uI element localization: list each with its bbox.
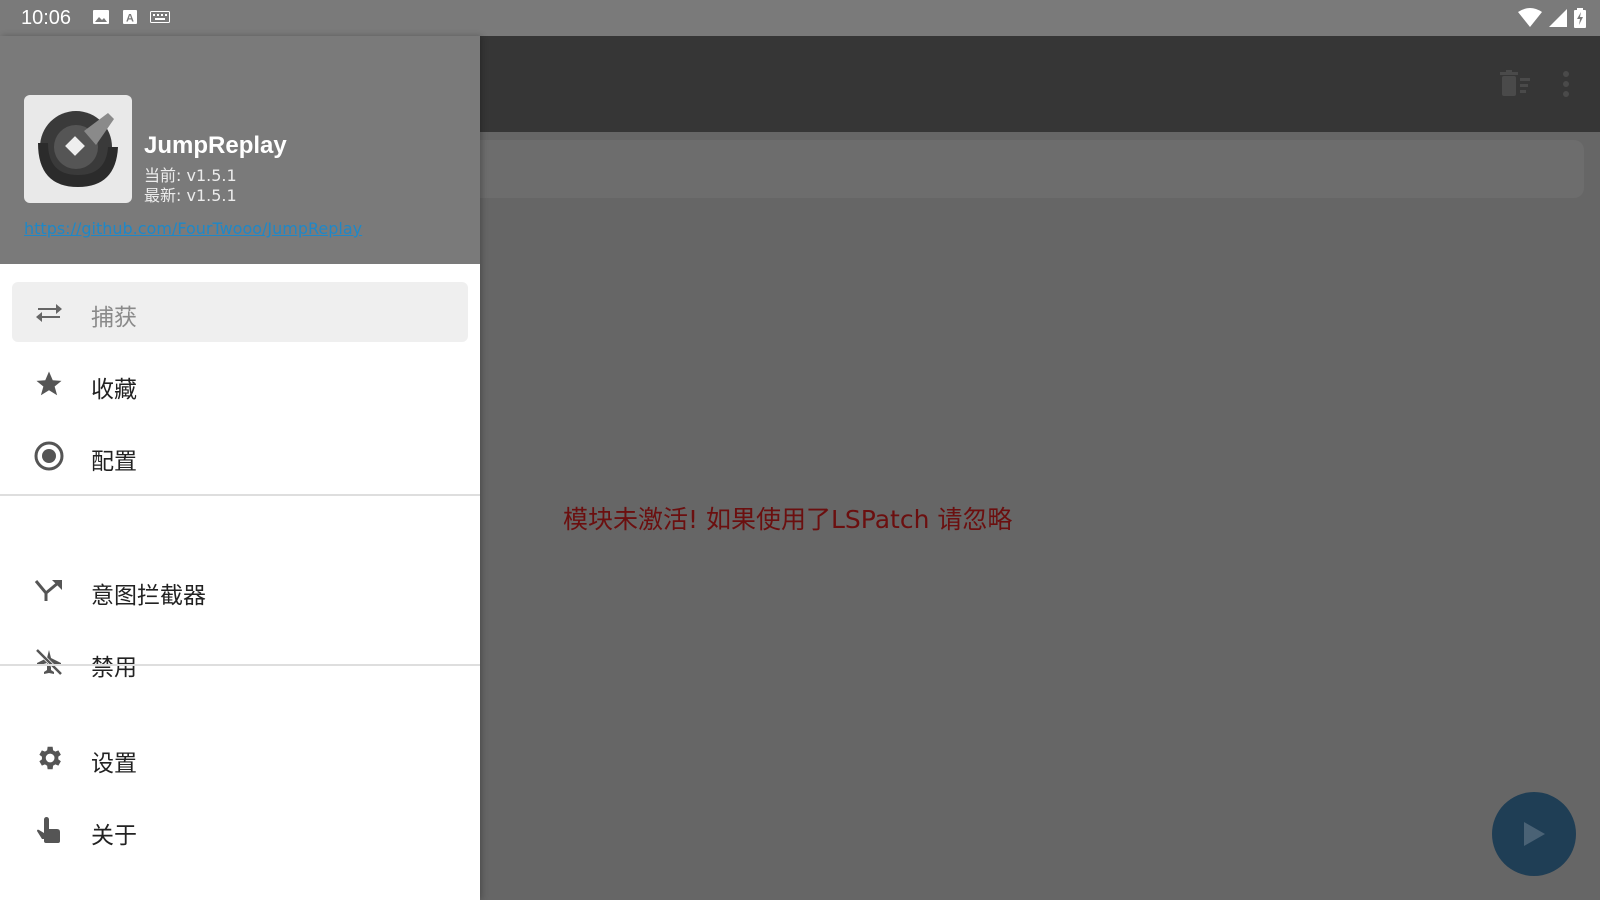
gear-icon (34, 743, 64, 773)
drawer-header: JumpReplay 当前: v1.5.1 最新: v1.5.1 https:/… (0, 36, 480, 264)
signal-icon (1549, 9, 1567, 27)
menu-item-disable[interactable]: 禁用 (12, 632, 468, 692)
status-time: 10:06 (21, 7, 72, 29)
menu-group-secondary: 意图拦截器 禁用 (0, 560, 480, 704)
status-icons-left: A (92, 9, 170, 25)
github-link[interactable]: https://github.com/FourTwooo/JumpReplay (24, 219, 362, 238)
menu-item-settings[interactable]: 设置 (12, 728, 468, 788)
svg-text:A: A (126, 13, 134, 25)
status-icons-right (1518, 8, 1586, 28)
text-a-icon: A (123, 10, 137, 25)
app-bar (480, 36, 1600, 132)
keyboard-icon (150, 11, 170, 23)
star-icon (34, 369, 64, 399)
app-logo (24, 95, 132, 203)
menu-divider (0, 494, 480, 496)
swap-arrows-icon (34, 297, 64, 327)
menu-item-capture[interactable]: 捕获 (12, 282, 468, 342)
menu-item-about[interactable]: 关于 (12, 800, 468, 860)
menu-item-intent-interceptor[interactable]: 意图拦截器 (12, 560, 468, 620)
merge-arrow-icon (34, 575, 64, 605)
image-icon (93, 10, 109, 24)
hand-pointer-icon (34, 815, 64, 845)
menu-item-config[interactable]: 配置 (12, 426, 468, 486)
search-bar[interactable] (480, 140, 1584, 198)
menu-item-favorites[interactable]: 收藏 (12, 354, 468, 414)
radio-target-icon (34, 441, 64, 471)
menu-group-primary: 捕获 收藏 配置 (0, 282, 480, 498)
clear-list-icon[interactable] (1500, 70, 1532, 98)
menu-item-label: 捕获 (91, 305, 137, 331)
menu-group-tertiary: 设置 关于 (0, 728, 480, 872)
wifi-icon (1518, 8, 1542, 27)
menu-item-label: 配置 (91, 449, 137, 475)
menu-item-label: 收藏 (91, 377, 137, 403)
more-vert-icon[interactable] (1562, 70, 1570, 98)
status-bar: 10:06 A (0, 0, 1600, 36)
disabled-airplane-icon (34, 647, 64, 677)
play-icon (1524, 822, 1545, 846)
menu-item-label: 关于 (91, 823, 137, 849)
menu-item-label: 设置 (91, 751, 137, 777)
menu-divider (0, 664, 480, 666)
module-inactive-message: 模块未激活! 如果使用了LSPatch 请忽略 (563, 505, 1013, 534)
play-fab-button[interactable] (1492, 792, 1576, 876)
app-bar-actions (1500, 70, 1570, 98)
battery-charging-icon (1574, 8, 1586, 28)
app-name: JumpReplay (144, 132, 287, 159)
navigation-drawer: JumpReplay 当前: v1.5.1 最新: v1.5.1 https:/… (0, 36, 480, 900)
menu-item-label: 意图拦截器 (91, 583, 206, 609)
latest-version: 最新: v1.5.1 (144, 186, 237, 205)
